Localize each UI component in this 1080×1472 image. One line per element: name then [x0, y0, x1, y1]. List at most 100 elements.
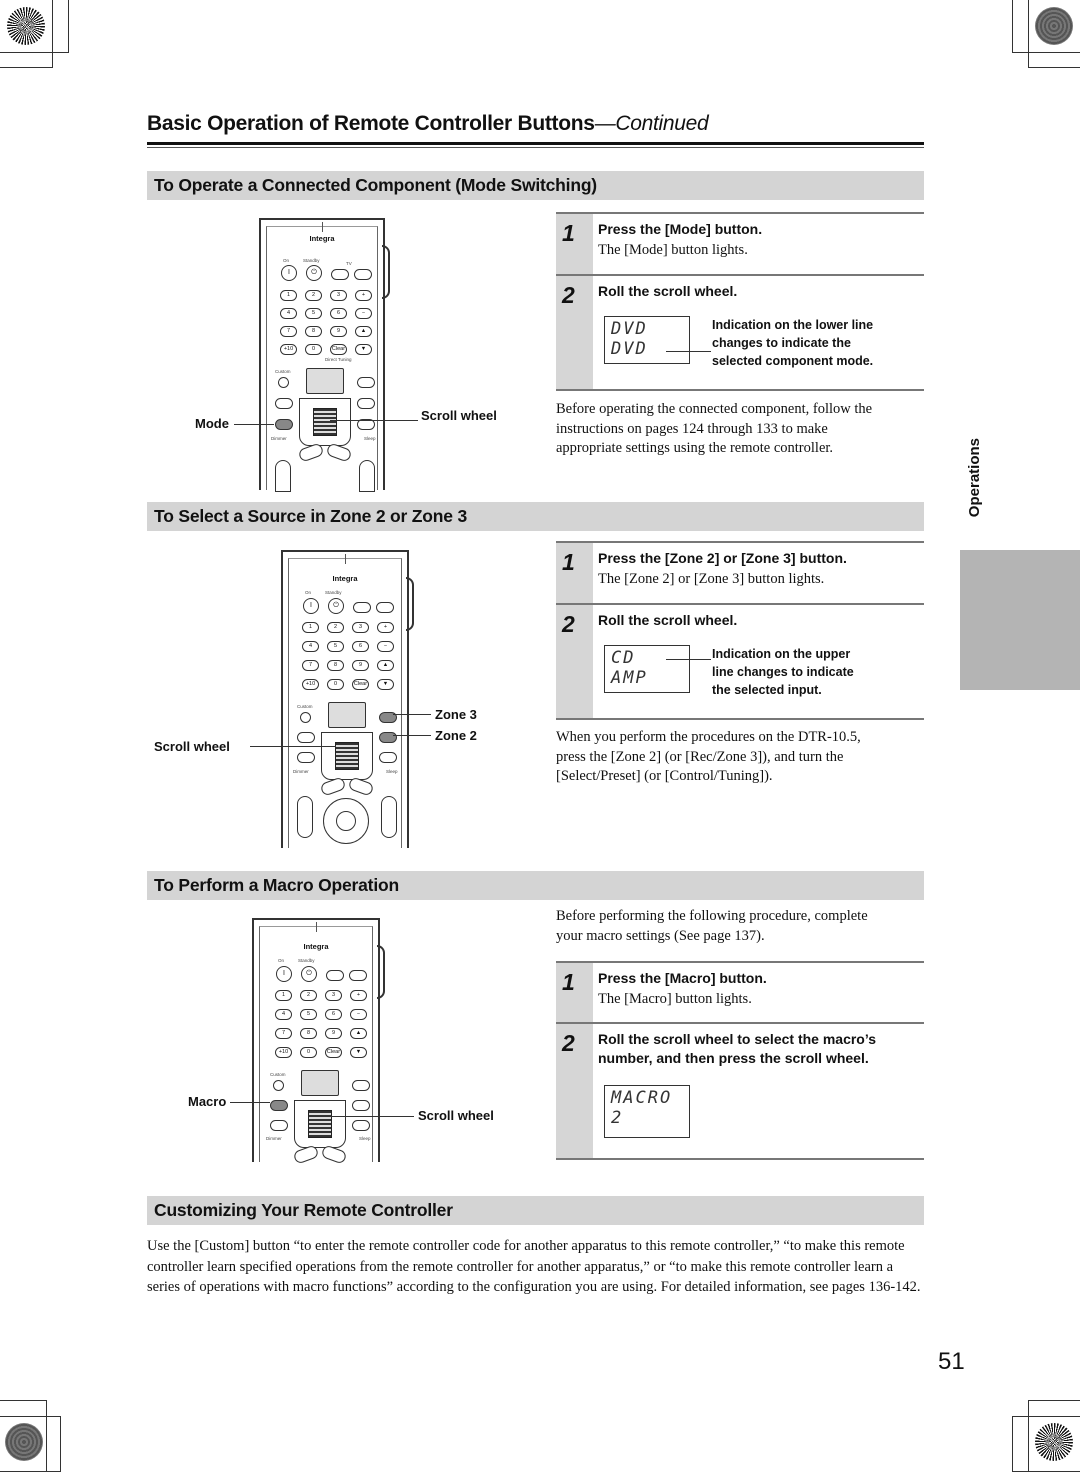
- remote-on-button: I: [303, 598, 319, 614]
- lcd-display: MACRO 2: [604, 1085, 690, 1138]
- remote-key: 3: [325, 990, 342, 1001]
- callout-line: [322, 1116, 414, 1117]
- steps-zone: 1 Press the [Zone 2] or [Zone 3] button.…: [556, 541, 924, 720]
- remote-input-button: [379, 752, 397, 763]
- registration-mark-icon: [509, 1404, 569, 1464]
- registration-mark-icon: [960, 1404, 1020, 1464]
- remote-key: 7: [280, 326, 297, 337]
- side-tab-marker: [960, 550, 1080, 690]
- registration-mark-icon: [1015, 702, 1075, 762]
- section-heading-mode: To Operate a Connected Component (Mode S…: [147, 171, 924, 200]
- remote-key: +: [355, 290, 372, 301]
- callout-mode: Mode: [195, 416, 229, 431]
- remote-tv-input-button: [349, 970, 367, 981]
- remote-label-standby: Standby: [303, 258, 320, 263]
- remote-key: +10: [302, 679, 319, 690]
- lcd-line-2: AMP: [611, 668, 648, 688]
- remote-tv-power-button: [326, 970, 344, 981]
- remote-ch-button: [297, 796, 313, 838]
- remote-label-on: On: [278, 958, 285, 963]
- remote-label-standby: Standby: [325, 590, 342, 595]
- remote-led: [345, 554, 346, 564]
- step-number: 2: [562, 1030, 575, 1056]
- macro-intro-line: Before performing the following procedur…: [556, 908, 868, 924]
- remote-illustration: Integra On Standby TV I ⏻ 1 2 3 + 4 5 6 …: [259, 218, 390, 492]
- remote-side-wheel: [377, 945, 385, 999]
- remote-key: +10: [280, 344, 297, 355]
- step-1: 1 Press the [Macro] button. The [Macro] …: [556, 961, 924, 1022]
- section-heading-macro: To Perform a Macro Operation: [147, 871, 924, 900]
- remote-on-button: I: [281, 265, 297, 281]
- remote-key: 8: [327, 660, 344, 671]
- remote-screen: [301, 1070, 339, 1096]
- lcd-line-1: CD: [611, 648, 636, 668]
- step-heading: Press the [Zone 2] or [Zone 3] button.: [598, 550, 847, 566]
- remote-side-wheel: [406, 577, 414, 631]
- lcd-note: Indication on the upper line changes to …: [712, 645, 854, 699]
- remote-label-dimmer: Dimmer: [266, 1136, 282, 1141]
- remote-custom-button: [300, 712, 311, 723]
- step-2: 2 Roll the scroll wheel. DVD DVD Indicat…: [556, 274, 924, 389]
- remote-key: 1: [302, 622, 319, 633]
- section-heading-custom: Customizing Your Remote Controller: [147, 1196, 924, 1225]
- step-number: 2: [562, 282, 575, 308]
- callout-scroll-wheel: Scroll wheel: [421, 408, 497, 423]
- step-content: Roll the scroll wheel. DVD DVD Indicatio…: [598, 276, 924, 368]
- remote-key: 2: [300, 990, 317, 1001]
- remote-key: 2: [305, 290, 322, 301]
- remote-vol-button: [359, 460, 375, 492]
- zone-note-line: When you perform the procedures on the D…: [556, 729, 861, 745]
- registration-mark-icon: [441, 1404, 501, 1464]
- step-content: Roll the scroll wheel. CD AMP Indication…: [598, 605, 924, 697]
- custom-body: Use the [Custom] button “to enter the re…: [147, 1238, 921, 1295]
- registration-mark-icon: [2, 1347, 62, 1407]
- callout-line: [230, 1102, 270, 1103]
- zone-note: When you perform the procedures on the D…: [556, 728, 861, 787]
- remote-key: 6: [352, 641, 369, 652]
- remote-tv-input-button: [354, 269, 372, 280]
- mode-note: Before operating the connected component…: [556, 400, 872, 459]
- remote-key: ▼: [377, 679, 394, 690]
- macro-intro-line: your macro settings (See page 137).: [556, 927, 765, 944]
- remote-key: 5: [305, 308, 322, 319]
- remote-label-custom: Custom: [270, 1072, 286, 1077]
- callout-zone2: Zone 2: [435, 728, 477, 743]
- zone-note-line: [Select/Preset] (or [Control/Tuning]).: [556, 768, 773, 784]
- starburst-icon: [1035, 1423, 1073, 1461]
- remote-key: −: [377, 641, 394, 652]
- step-number: 1: [562, 549, 575, 575]
- remote-label-dimmer: Dimmer: [293, 769, 309, 774]
- steps-mode: 1 Press the [Mode] button. The [Mode] bu…: [556, 212, 924, 391]
- mode-note-line: appropriate settings using the remote co…: [556, 440, 834, 456]
- remote-key: 7: [275, 1028, 292, 1039]
- registration-mark-icon: [49, 1404, 109, 1464]
- target-icon: [5, 1423, 43, 1461]
- step-heading: Press the [Mode] button.: [598, 221, 763, 237]
- step-2: 2 Roll the scroll wheel to select the ma…: [556, 1022, 924, 1158]
- section-heading-text: Customizing Your Remote Controller: [154, 1200, 453, 1220]
- lcd-note: Indication on the lower line changes to …: [712, 316, 873, 370]
- side-tab-text: Operations: [966, 438, 983, 518]
- page-title-main: Basic Operation of Remote Controller But…: [147, 112, 595, 135]
- remote-key: +10: [275, 1047, 292, 1058]
- remote-key: ▼: [350, 1047, 367, 1058]
- remote-key: Clear: [352, 679, 369, 690]
- remote-key: ▲: [377, 660, 394, 671]
- callout-line: [330, 420, 418, 421]
- registration-mark-icon: [1015, 60, 1075, 120]
- remote-key: 4: [280, 308, 297, 319]
- remote-zone2-button-highlighted: [379, 732, 397, 743]
- remote-label-direct-tuning: Direct Tuning: [325, 357, 352, 362]
- remote-key: 5: [300, 1009, 317, 1020]
- remote-macro-button: [297, 732, 315, 743]
- remote-tv-input-button: [376, 602, 394, 613]
- section-heading-text: To Perform a Macro Operation: [154, 875, 399, 895]
- remote-tv-power-button: [353, 602, 371, 613]
- remote-zone2-button: [357, 398, 375, 409]
- remote-key: 3: [352, 622, 369, 633]
- lcd-note-line: line changes to indicate: [712, 665, 854, 679]
- step-1: 1 Press the [Zone 2] or [Zone 3] button.…: [556, 541, 924, 603]
- remote-zone3-button: [352, 1080, 370, 1091]
- remote-key: −: [350, 1009, 367, 1020]
- remote-ch-button: [275, 460, 291, 492]
